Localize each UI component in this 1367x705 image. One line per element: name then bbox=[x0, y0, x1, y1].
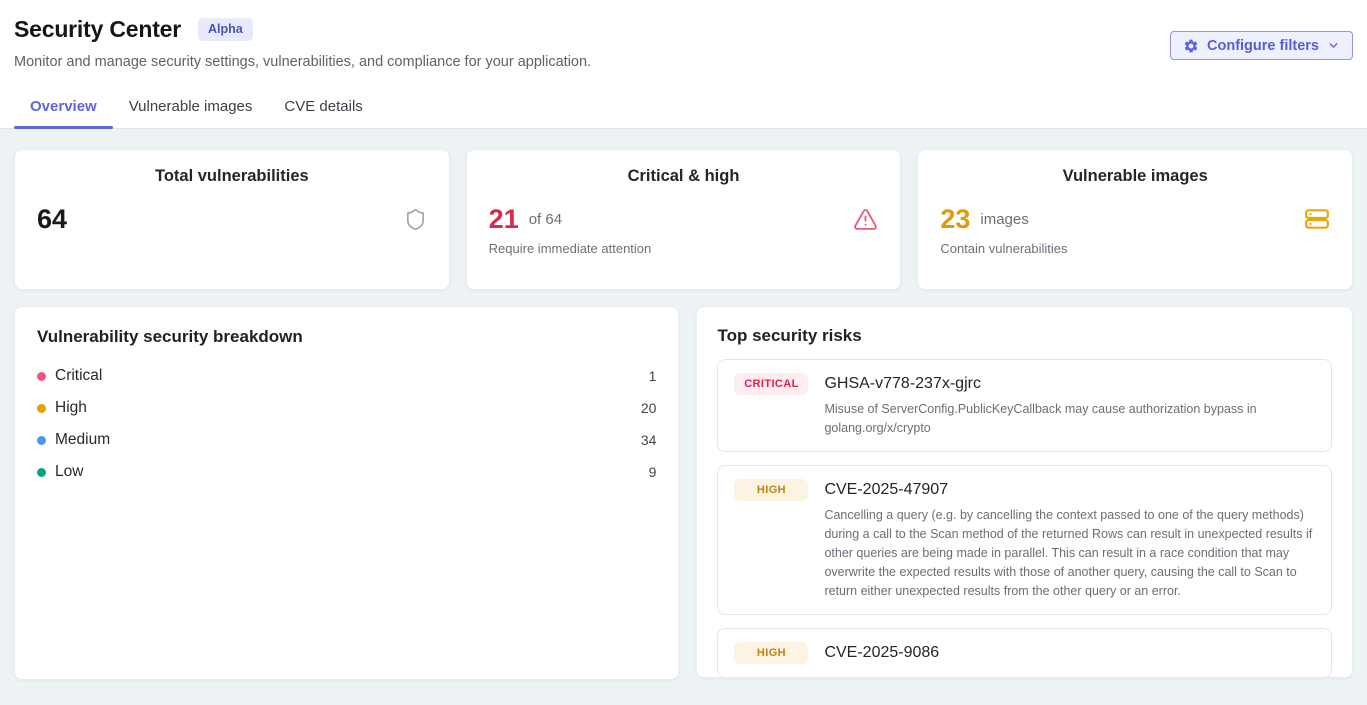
page-subtitle: Monitor and manage security settings, vu… bbox=[14, 54, 1353, 70]
title-row: Security Center Alpha bbox=[14, 16, 1353, 43]
stat-unit: of 64 bbox=[529, 211, 562, 228]
stat-title: Vulnerable images bbox=[940, 167, 1330, 186]
tab-overview[interactable]: Overview bbox=[14, 88, 113, 128]
risk-card-cve-2025-9086[interactable]: HIGH CVE-2025-9086 bbox=[717, 628, 1332, 678]
page-title: Security Center bbox=[14, 16, 181, 43]
server-icon bbox=[1304, 206, 1330, 232]
severity-badge: CRITICAL bbox=[734, 373, 808, 395]
gear-icon bbox=[1183, 38, 1199, 54]
stat-value: 21 bbox=[489, 206, 519, 233]
tab-bar: Overview Vulnerable images CVE details bbox=[14, 88, 379, 128]
panels-row: Vulnerability security breakdown Critica… bbox=[14, 306, 1353, 680]
top-security-risks-panel: Top security risks CRITICAL GHSA-v778-23… bbox=[696, 306, 1353, 678]
high-dot bbox=[37, 404, 46, 413]
risk-id: CVE-2025-47907 bbox=[824, 481, 948, 499]
stat-card-vulnerable-images: Vulnerable images 23 images Contain vuln… bbox=[917, 149, 1353, 290]
legend-value: 20 bbox=[641, 400, 657, 416]
stat-caption: Require immediate attention bbox=[489, 241, 879, 256]
stat-card-critical-high: Critical & high 21 of 64 Require immedia… bbox=[466, 149, 902, 290]
tab-cve-details[interactable]: CVE details bbox=[268, 88, 378, 128]
stat-title: Critical & high bbox=[489, 167, 879, 186]
legend-label: Low bbox=[55, 463, 83, 481]
legend-value: 1 bbox=[649, 368, 657, 384]
legend-label: High bbox=[55, 399, 87, 417]
legend-value: 34 bbox=[641, 432, 657, 448]
legend-row-low: Low 9 bbox=[37, 456, 656, 488]
legend-label: Medium bbox=[55, 431, 110, 449]
risk-id: CVE-2025-9086 bbox=[824, 644, 939, 662]
stats-row: Total vulnerabilities 64 Critical & high… bbox=[14, 149, 1353, 290]
legend-label: Critical bbox=[55, 367, 102, 385]
top-risks-title: Top security risks bbox=[717, 326, 1332, 346]
stat-unit: images bbox=[980, 211, 1028, 228]
risk-description: Misuse of ServerConfig.PublicKeyCallback… bbox=[824, 400, 1314, 438]
risk-id: GHSA-v778-237x-gjrc bbox=[824, 375, 981, 393]
risk-card-ghsa-v778-237x-gjrc[interactable]: CRITICAL GHSA-v778-237x-gjrc Misuse of S… bbox=[717, 359, 1332, 452]
stat-value: 23 bbox=[940, 206, 970, 233]
severity-badge: HIGH bbox=[734, 642, 808, 664]
legend-value: 9 bbox=[649, 464, 657, 480]
risk-list: CRITICAL GHSA-v778-237x-gjrc Misuse of S… bbox=[717, 359, 1332, 678]
main-content: Total vulnerabilities 64 Critical & high… bbox=[0, 129, 1367, 680]
configure-filters-label: Configure filters bbox=[1207, 38, 1319, 54]
legend-row-critical: Critical 1 bbox=[37, 360, 656, 392]
tab-vulnerable-images[interactable]: Vulnerable images bbox=[113, 88, 269, 128]
legend-row-high: High 20 bbox=[37, 392, 656, 424]
critical-dot bbox=[37, 372, 46, 381]
legend-row-medium: Medium 34 bbox=[37, 424, 656, 456]
page-header: Security Center Alpha Monitor and manage… bbox=[0, 0, 1367, 129]
breakdown-title: Vulnerability security breakdown bbox=[37, 327, 656, 347]
shield-icon bbox=[404, 207, 427, 232]
warning-icon bbox=[853, 207, 878, 232]
stat-caption: Contain vulnerabilities bbox=[940, 241, 1330, 256]
medium-dot bbox=[37, 436, 46, 445]
vulnerability-breakdown-panel: Vulnerability security breakdown Critica… bbox=[14, 306, 679, 680]
stat-card-total-vulnerabilities: Total vulnerabilities 64 bbox=[14, 149, 450, 290]
risk-description: Cancelling a query (e.g. by cancelling t… bbox=[824, 506, 1314, 601]
severity-badge: HIGH bbox=[734, 479, 808, 501]
low-dot bbox=[37, 468, 46, 477]
configure-filters-button[interactable]: Configure filters bbox=[1170, 31, 1353, 60]
stat-value: 64 bbox=[37, 206, 67, 233]
alpha-badge: Alpha bbox=[198, 18, 253, 41]
breakdown-legend: Critical 1 High 20 Medium 34 Low 9 bbox=[37, 360, 656, 488]
chevron-down-icon bbox=[1327, 39, 1340, 52]
risk-card-cve-2025-47907[interactable]: HIGH CVE-2025-47907 Cancelling a query (… bbox=[717, 465, 1332, 615]
stat-title: Total vulnerabilities bbox=[37, 167, 427, 186]
